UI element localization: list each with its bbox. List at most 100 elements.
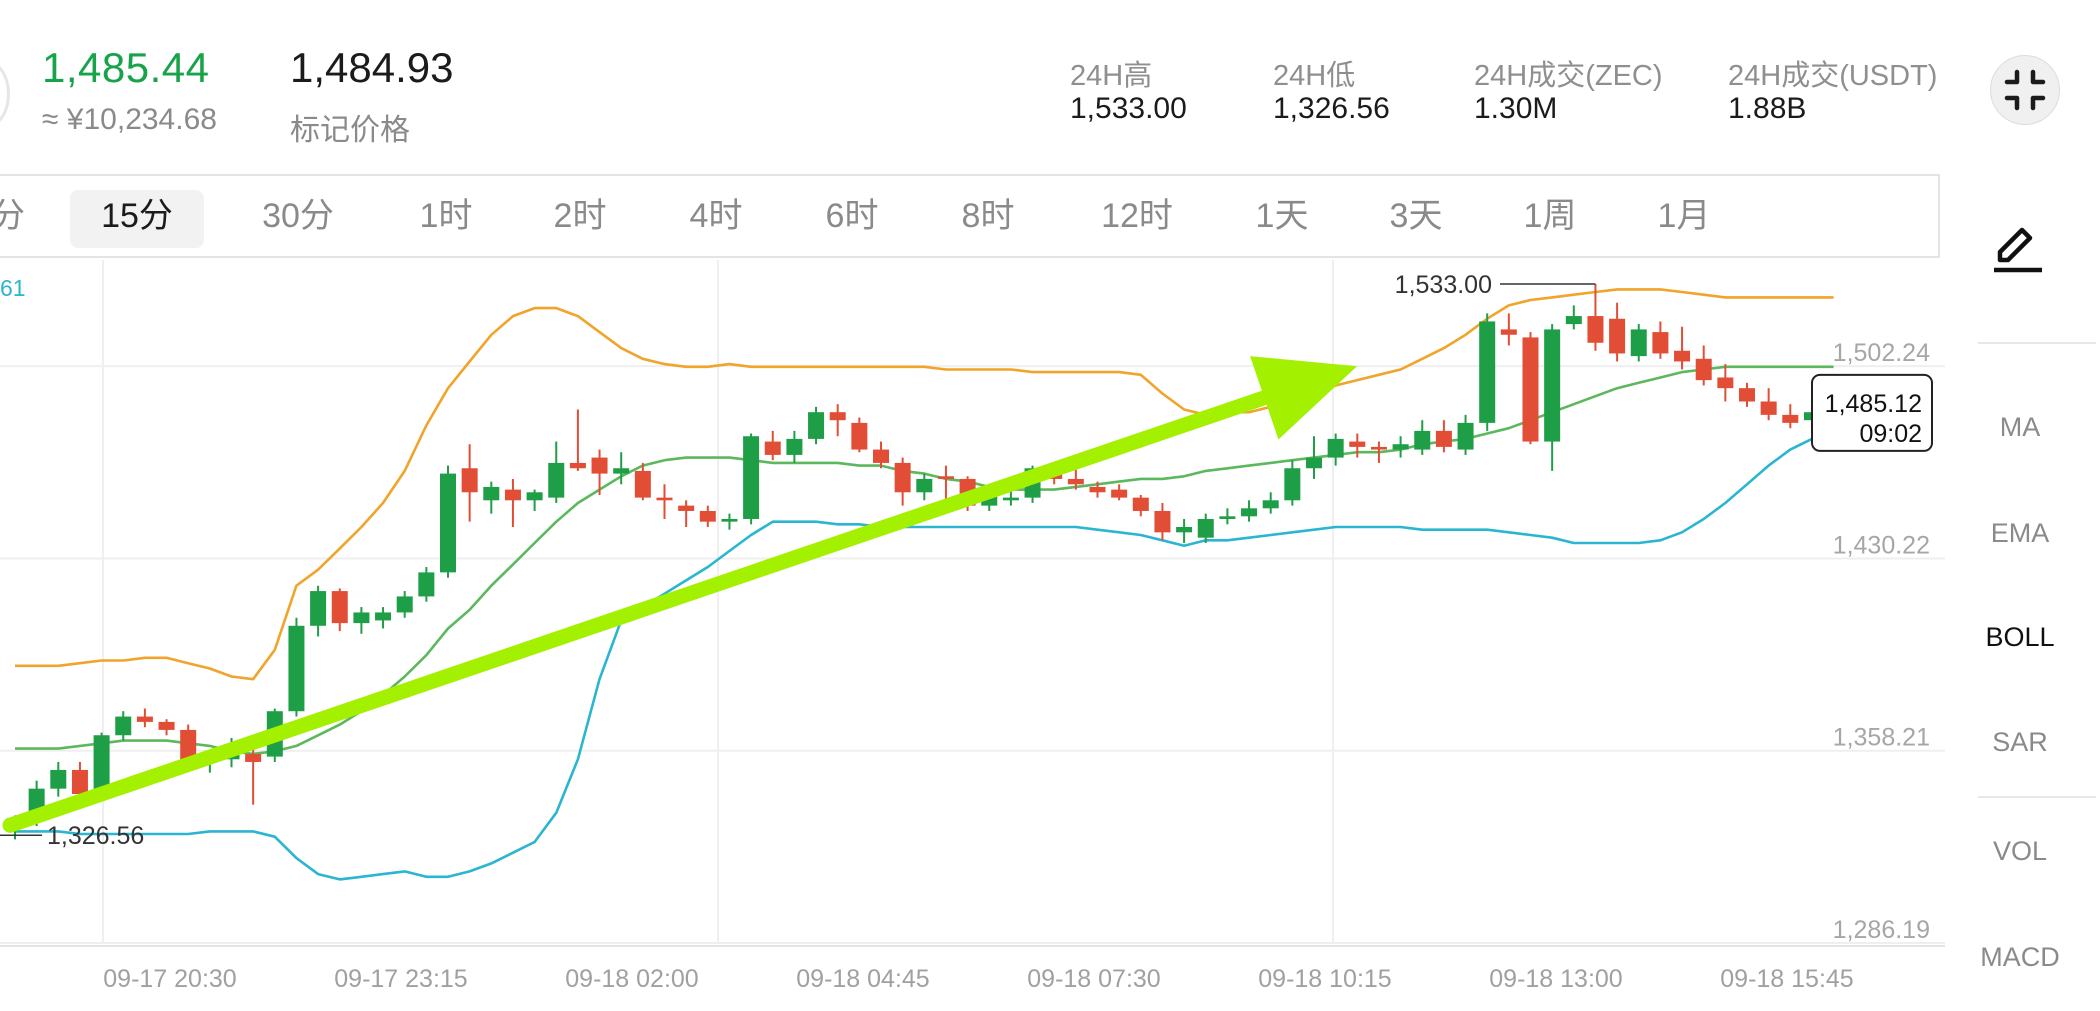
sidebar-divider (1978, 342, 2096, 344)
tab-interval-6h[interactable]: 6时 (802, 176, 902, 256)
candle (418, 567, 435, 602)
draw-tool-button[interactable] (1988, 218, 2048, 283)
candle-body (678, 505, 695, 511)
candle (1500, 313, 1517, 346)
candle-body (504, 489, 521, 501)
candle-body (245, 753, 262, 762)
candle-body (569, 462, 586, 469)
candle-body (873, 449, 889, 463)
candle (1674, 326, 1691, 370)
candle (1695, 345, 1712, 386)
tab-interval-2h[interactable]: 2时 (530, 176, 630, 256)
tab-interval-1h[interactable]: 1时 (396, 176, 496, 256)
candle (1176, 518, 1193, 544)
candle-body (1241, 508, 1258, 517)
candle-body (1067, 478, 1084, 485)
candle-body (937, 476, 954, 479)
candle (353, 607, 370, 634)
candle (136, 708, 153, 728)
candle (526, 489, 543, 511)
candle-body (829, 412, 846, 421)
indicator-ma[interactable]: MA (1970, 412, 2070, 443)
candle (656, 484, 673, 519)
candle-body (375, 612, 392, 621)
candle-body (1132, 497, 1149, 511)
indicator-ema[interactable]: EMA (1970, 518, 2070, 549)
indicator-sar[interactable]: SAR (1970, 727, 2070, 758)
candle-body (851, 422, 868, 450)
candle-body (1262, 500, 1279, 509)
candle-body (288, 625, 305, 712)
stat-24h-low-value: 1,326.56 (1273, 92, 1390, 125)
candle-body (1392, 444, 1409, 450)
candle (1609, 302, 1626, 362)
candle (50, 761, 67, 797)
candle-body (1479, 321, 1496, 423)
candle-body (331, 591, 348, 624)
candle (808, 406, 825, 445)
x-tick-label: 09-18 15:45 (1720, 965, 1853, 993)
candle (1717, 364, 1734, 402)
tab-interval-1w[interactable]: 1周 (1500, 176, 1600, 256)
tab-interval-30m[interactable]: 30分 (238, 176, 358, 256)
candle (310, 585, 327, 637)
tab-interval-1m[interactable]: 1月 (1634, 176, 1734, 256)
tab-interval-4h[interactable]: 4时 (666, 176, 766, 256)
x-tick-label: 09-17 23:15 (334, 965, 467, 993)
candle-body (1717, 377, 1734, 389)
x-tick-label: 09-18 07:30 (1027, 965, 1160, 993)
candle (375, 607, 392, 629)
candle (1392, 436, 1409, 458)
mark-price-label: 标记价格 (290, 114, 410, 147)
boll-label-fragment: 61 (0, 275, 26, 301)
collapse-icon (2004, 69, 2046, 111)
candle (1760, 388, 1777, 421)
candle-body (158, 721, 175, 730)
candle (548, 441, 565, 503)
indicator-boll[interactable]: BOLL (1970, 622, 2070, 653)
candle (1197, 513, 1214, 544)
candle-body (656, 497, 673, 501)
candle-body (71, 769, 88, 794)
tab-interval-12h[interactable]: 12时 (1080, 176, 1194, 256)
candle-body (634, 470, 651, 498)
boll-bands (15, 288, 1834, 881)
stat-24h-vol-zec-label: 24H成交(ZEC) (1474, 60, 1663, 92)
price-chart[interactable]: 1,502.241,430.221,358.211,286.19509-17 2… (0, 260, 1945, 1011)
candle-body (1089, 486, 1106, 493)
indicator-macd[interactable]: MACD (1970, 942, 2070, 973)
candle-body (1002, 497, 1019, 501)
tab-interval-8h[interactable]: 8时 (938, 176, 1038, 256)
stat-24h-vol-usdt-value: 1.88B (1728, 92, 1807, 125)
candle (1479, 313, 1496, 431)
y-tick-label: 1,358.21 (1833, 724, 1930, 752)
candle (916, 473, 933, 501)
candle (1241, 500, 1258, 522)
candle-body (808, 412, 825, 439)
tab-interval-3d[interactable]: 3天 (1366, 176, 1466, 256)
coin-logo-edge (0, 60, 10, 128)
last-price-cny: ≈ ¥10,234.68 (42, 103, 217, 136)
x-tick-label: 09-18 13:00 (1489, 965, 1622, 993)
candle-body (1111, 489, 1128, 498)
candle (1565, 305, 1582, 330)
candle (158, 719, 175, 736)
candle (1630, 324, 1647, 362)
candle (1435, 420, 1452, 453)
candle (1457, 414, 1474, 455)
indicator-vol[interactable]: VOL (1970, 836, 2070, 867)
candle (331, 588, 348, 632)
interval-tabs: 分 15分 30分 1时 2时 4时 6时 8时 12时 1天 3天 1周 1月 (0, 174, 1940, 258)
tab-interval-partial[interactable]: 分 (0, 176, 28, 256)
candle (483, 481, 500, 514)
candle-body (483, 486, 500, 501)
candle (569, 409, 586, 471)
last-price: 1,485.44 (42, 44, 210, 91)
tab-interval-1d[interactable]: 1天 (1232, 176, 1332, 256)
candle-body (548, 462, 565, 498)
candle (786, 430, 803, 463)
collapse-fullscreen-button[interactable] (1990, 55, 2060, 125)
sidebar-divider (1978, 796, 2096, 798)
x-tick-label: 09-18 10:15 (1258, 965, 1391, 993)
tab-interval-15m[interactable]: 15分 (70, 176, 204, 256)
